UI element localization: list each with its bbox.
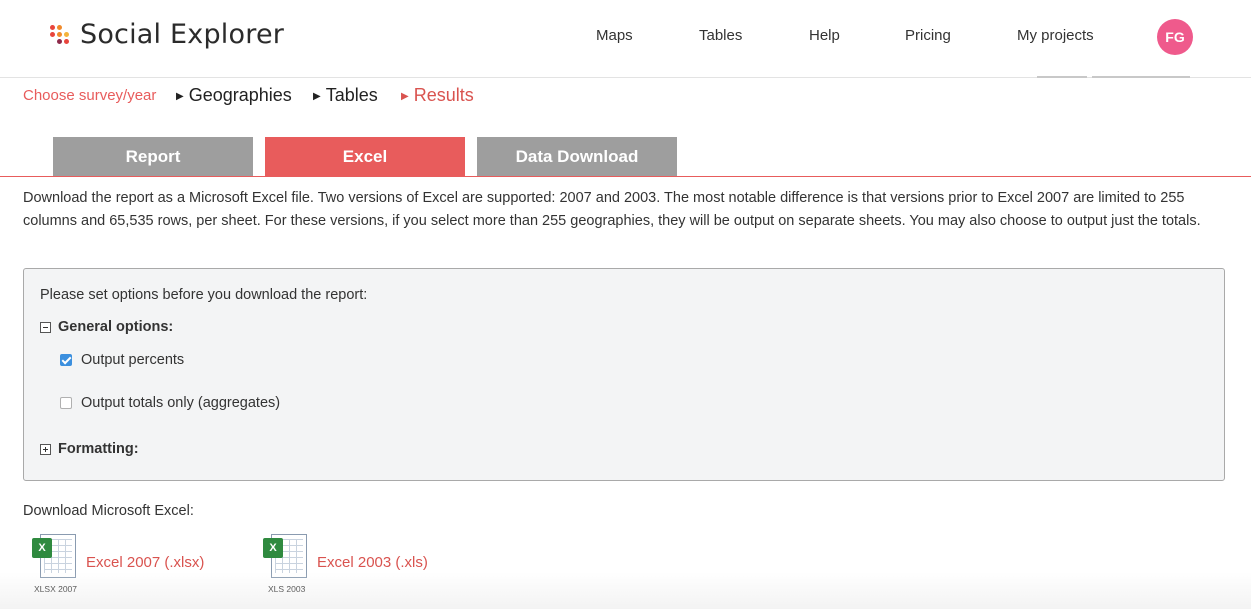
nav-help[interactable]: Help [809, 27, 840, 44]
file-caption: XLS 2003 [268, 584, 306, 594]
breadcrumb-survey-year[interactable]: Choose survey/year [23, 87, 156, 104]
header-underline [1092, 76, 1190, 78]
breadcrumb-label: Tables [325, 85, 378, 105]
nav-my-projects[interactable]: My projects [1017, 27, 1094, 44]
output-totals-checkbox[interactable] [60, 397, 72, 409]
tab-divider [0, 176, 1251, 177]
file-caption: XLSX 2007 [34, 584, 78, 594]
output-totals-label: Output totals only (aggregates) [81, 395, 281, 411]
general-options-toggle[interactable]: General options: [40, 319, 173, 335]
download-excel-2003[interactable]: X XLS 2003 Excel 2003 (.xls) [259, 532, 434, 594]
nav-pricing[interactable]: Pricing [905, 27, 951, 44]
header-underline [1037, 76, 1087, 78]
download-title: Download Microsoft Excel: [23, 503, 194, 519]
excel-2007-link[interactable]: Excel 2007 (.xlsx) [86, 554, 204, 571]
output-percents-checkbox[interactable] [60, 354, 72, 366]
triangle-right-icon: ▶ [176, 91, 184, 102]
tab-excel[interactable]: Excel [265, 137, 465, 176]
download-excel-2007[interactable]: X XLSX 2007 Excel 2007 (.xlsx) [28, 532, 208, 594]
breadcrumb-label: Results [413, 85, 474, 105]
user-avatar[interactable]: FG [1157, 19, 1193, 55]
tab-data-download[interactable]: Data Download [477, 137, 677, 176]
excel-2003-link[interactable]: Excel 2003 (.xls) [317, 554, 428, 571]
logo[interactable]: Social Explorer [48, 19, 284, 50]
excel-description: Download the report as a Microsoft Excel… [23, 190, 1201, 229]
output-percents-option[interactable]: Output percents [60, 352, 184, 368]
tab-report[interactable]: Report [53, 137, 253, 176]
general-options-label: General options: [58, 319, 174, 335]
breadcrumb-label: Geographies [188, 85, 292, 105]
nav-tables[interactable]: Tables [699, 27, 742, 44]
triangle-right-icon: ▶ [313, 91, 321, 102]
output-totals-option[interactable]: Output totals only (aggregates) [60, 395, 280, 411]
collapse-minus-icon [40, 321, 51, 333]
logo-text: Social Explorer [80, 19, 285, 50]
excel-file-icon: X [259, 532, 311, 580]
nav-maps[interactable]: Maps [596, 27, 633, 44]
formatting-label: Formatting: [58, 441, 139, 457]
triangle-right-icon: ▶ [401, 91, 409, 102]
top-header: Social Explorer Maps Tables Help Pricing… [0, 0, 1251, 78]
logo-dots-icon [48, 21, 76, 49]
breadcrumb-results[interactable]: ▶ Results [401, 85, 474, 106]
excel-file-icon: X [28, 532, 80, 580]
output-percents-label: Output percents [81, 352, 185, 368]
expand-plus-icon [40, 443, 51, 455]
options-intro: Please set options before you download t… [40, 287, 368, 303]
formatting-toggle[interactable]: Formatting: [40, 441, 139, 457]
breadcrumb-geographies[interactable]: ▶ Geographies [176, 85, 292, 106]
options-panel: Please set options before you download t… [23, 268, 1225, 481]
breadcrumb-tables[interactable]: ▶ Tables [313, 85, 378, 106]
